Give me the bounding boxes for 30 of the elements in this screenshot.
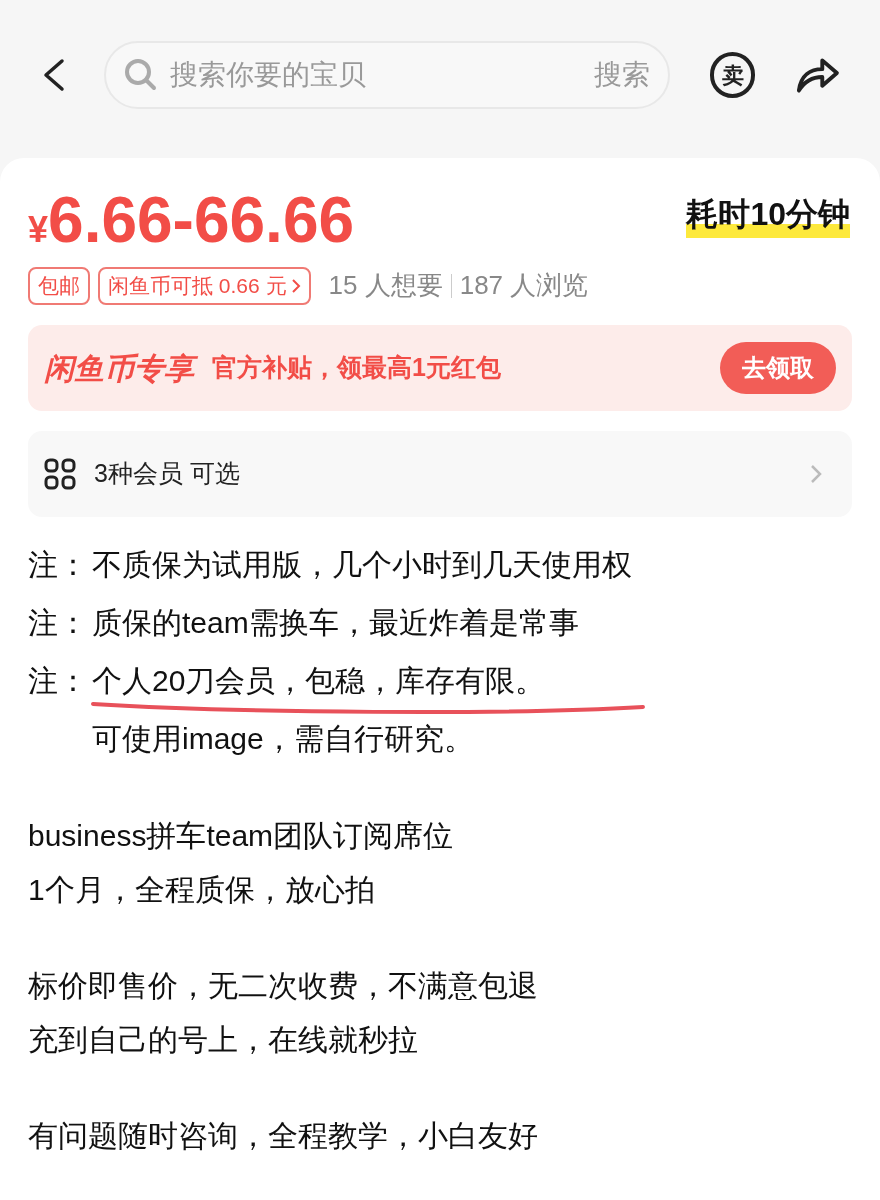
search-icon: [124, 58, 158, 92]
tag: 闲鱼币可抵 0.66 元: [98, 266, 311, 305]
options-row[interactable]: 3种会员 可选: [28, 431, 852, 517]
description-line: 1个月，全程质保，放心拍: [28, 872, 376, 908]
description-line: 有问题随时咨询，全程教学，小白友好: [28, 1118, 539, 1154]
description-line: 标价即售价，无二次收费，不满意包退: [28, 968, 539, 1004]
chevron-icon: [810, 464, 822, 484]
note-text: 质保的team需换车，最近炸着是常事: [92, 604, 579, 641]
chevron-icon: [290, 277, 301, 294]
search-field[interactable]: 搜索你要的宝贝 搜索: [104, 41, 671, 109]
note-text: 可使用image，需自行研究。: [92, 720, 474, 757]
description-line: business拼车team团队订阅席位: [28, 818, 455, 854]
options-text: 3种会员 可选: [94, 458, 240, 490]
stat-text: 187 人浏览: [459, 269, 589, 302]
share-icon[interactable]: [795, 55, 840, 95]
grid-icon: [44, 458, 76, 490]
note-prefix: 注：: [28, 547, 88, 581]
claim-button[interactable]: 去领取: [720, 342, 836, 394]
note-prefix: 注：: [28, 605, 88, 639]
note-prefix: 注：: [28, 663, 88, 697]
sell-button[interactable]: 卖: [710, 52, 756, 98]
search-button[interactable]: 搜索: [594, 54, 651, 96]
price: ¥6.66-66.66: [28, 183, 355, 258]
note-text: 不质保为试用版，几个小时到几天使用权: [92, 546, 632, 583]
tag: 包邮: [28, 266, 90, 305]
promo-text: 官方补贴，领最高1元红包: [212, 352, 501, 384]
stat-text: 15 人想要: [328, 269, 443, 302]
description-line: 充到自己的号上，在线就秒拉: [28, 1022, 419, 1058]
note-text: 个人20刀会员，包稳，库存有限。: [92, 662, 546, 699]
search-input[interactable]: 搜索你要的宝贝: [170, 54, 595, 96]
